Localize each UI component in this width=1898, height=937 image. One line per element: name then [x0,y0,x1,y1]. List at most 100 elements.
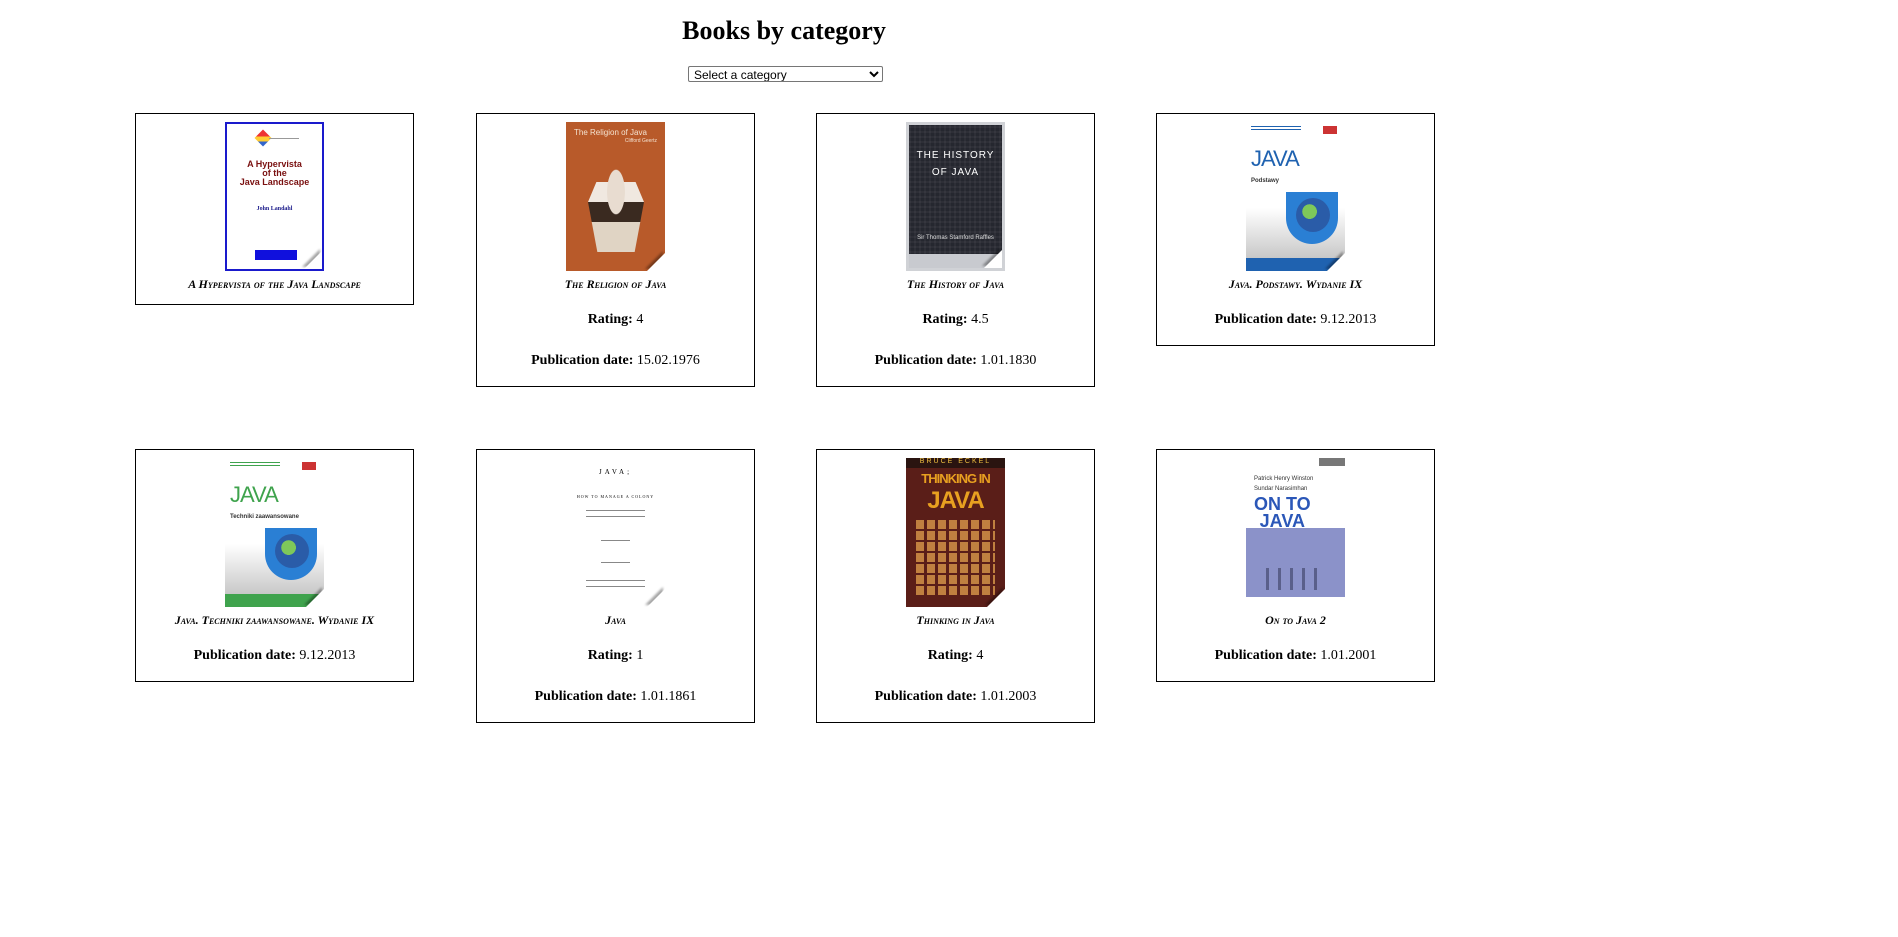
book-title[interactable]: On to Java 2 [1163,612,1428,628]
cover-title-line: JAVA [927,487,984,514]
publisher-logo-icon [1323,126,1337,134]
cover-subtitle: HOW TO MANAGE A COLONY [576,494,655,499]
book-card[interactable]: JAVA Techniki zaawansowane Java. Technik… [135,449,414,682]
cover-subtitle: Podstawy [1251,178,1280,184]
book-cover-image: JAVA; HOW TO MANAGE A COLONY [566,458,665,607]
cover-figures [1266,568,1326,590]
cover-author: Patrick Henry Winston [1254,476,1314,482]
book-publication-date: Publication date: 1.01.1861 [477,688,754,706]
publication-date-label: Publication date: [193,648,296,663]
book-title[interactable]: Java. Podstawy. Wydanie IX [1163,276,1428,292]
book-title[interactable]: Java. Techniki zaawansowane. Wydanie IX [142,612,407,628]
book-title[interactable]: Java [483,612,748,628]
book-card[interactable]: JAVA; HOW TO MANAGE A COLONY Java Rating… [476,449,755,723]
cover-icon-grid [916,520,995,595]
page-curl-icon [647,589,665,607]
publication-date-label: Publication date: [534,689,637,704]
publication-date-value: 1.01.2001 [1320,648,1377,663]
rating-label: Rating: [922,312,968,327]
page-curl-icon [304,251,322,269]
cover-edition-tag [1319,458,1345,466]
cover-author: BRUCE ECKEL [906,458,1005,468]
cover-title-line: OF JAVA [931,167,980,178]
book-card[interactable]: BRUCE ECKEL THINKING IN JAVA Thinking in… [816,449,1095,723]
rating-label: Rating: [927,648,973,663]
page-curl-icon [1327,253,1345,271]
shadow-puppet-figure [588,162,644,262]
book-cover-image: JAVA Podstawy [1246,122,1345,271]
book-rating: Rating: 4 [477,311,754,329]
cover-author: Sundar Narasimhan [1254,486,1308,492]
publication-date-value: 9.12.2013 [1320,312,1377,327]
rating-value: 4 [976,648,984,663]
cover-title: JAVA; [598,468,633,476]
book-publication-date: Publication date: 9.12.2013 [1157,311,1434,329]
cover-subtitle: Techniki zaawansowane [230,514,299,520]
book-rating: Rating: 1 [477,647,754,665]
cover-header-lines [230,462,280,468]
cover-text-line [586,510,645,511]
cover-author: Sir Thomas Stamford Raffles [917,235,994,241]
rating-label: Rating: [587,648,633,663]
rating-label: Rating: [587,312,633,327]
cover-author: John Landahl [256,206,293,212]
book-card[interactable]: JAVA Podstawy Java. Podstawy. Wydanie IX… [1156,113,1435,346]
book-publication-date: Publication date: 1.01.2001 [1157,647,1434,665]
publication-date-value: 1.01.1830 [980,353,1037,368]
book-title[interactable]: Thinking in Java [823,612,1088,628]
book-cover-image: BRUCE ECKEL THINKING IN JAVA [906,458,1005,607]
book-cover-image: Patrick Henry Winston Sundar Narasimhan … [1246,458,1345,607]
publication-date-label: Publication date: [531,353,634,368]
book-title[interactable]: A Hypervista of the Java Landscape [142,276,407,292]
cover-rule [269,138,299,139]
publication-date-label: Publication date: [874,353,977,368]
rating-value: 4.5 [971,312,989,327]
book-card[interactable]: THE HISTORY OF JAVA Sir Thomas Stamford … [816,113,1095,387]
cover-text-line [601,540,630,541]
book-publication-date: Publication date: 9.12.2013 [136,647,413,665]
page-curl-icon [984,250,1002,268]
cover-text-line [586,580,645,581]
book-card[interactable]: Patrick Henry Winston Sundar Narasimhan … [1156,449,1435,682]
book-card[interactable]: A Hypervista of the Java Landscape John … [135,113,414,305]
book-publication-date: Publication date: 1.01.1830 [817,352,1094,370]
globe-icon [1296,198,1330,232]
publication-date-label: Publication date: [1214,648,1317,663]
cover-title-line: JAVA [1259,511,1305,531]
cover-title: ON TO JAVA [1254,495,1311,531]
book-title[interactable]: The History of Java [823,276,1088,292]
cover-text-line [586,586,645,587]
cover-title: THINKING IN JAVA [906,468,1005,514]
cover-text-line [601,562,630,563]
cover-title-line: Java Landscape [239,177,310,187]
publisher-logo-icon [302,462,316,470]
publication-date-label: Publication date: [874,689,977,704]
cover-badge [255,250,297,260]
cover-title: THE HISTORY OF JAVA [909,147,1002,181]
cover-title: JAVA [230,482,279,507]
book-rating: Rating: 4 [817,647,1094,665]
book-title[interactable]: The Religion of Java [483,276,748,292]
book-publication-date: Publication date: 1.01.2003 [817,688,1094,706]
book-publication-date: Publication date: 15.02.1976 [477,352,754,370]
book-cover-image: JAVA Techniki zaawansowane [225,458,324,607]
book-rating: Rating: 4.5 [817,311,1094,329]
rating-value: 4 [636,312,644,327]
publication-date-value: 1.01.1861 [640,689,697,704]
category-select[interactable]: Select a category [688,66,883,82]
cover-title-line: THE HISTORY [916,150,995,161]
cover-author: Clifford Geertz [624,138,657,144]
book-card[interactable]: The Religion of Java Clifford Geertz The… [476,113,755,387]
book-cover-image: The Religion of Java Clifford Geertz [566,122,665,271]
book-cover-image: THE HISTORY OF JAVA Sir Thomas Stamford … [906,122,1005,271]
publication-date-label: Publication date: [1214,312,1317,327]
cover-title: JAVA [1251,146,1300,171]
rating-value: 1 [636,648,644,663]
cover-title: The Religion of Java [574,128,647,137]
globe-icon [275,534,309,568]
page-title: Books by category [682,16,886,45]
page-curl-icon [987,589,1005,607]
publication-date-value: 15.02.1976 [636,353,700,368]
publication-date-value: 9.12.2013 [299,648,356,663]
cover-header-lines [1251,126,1301,132]
